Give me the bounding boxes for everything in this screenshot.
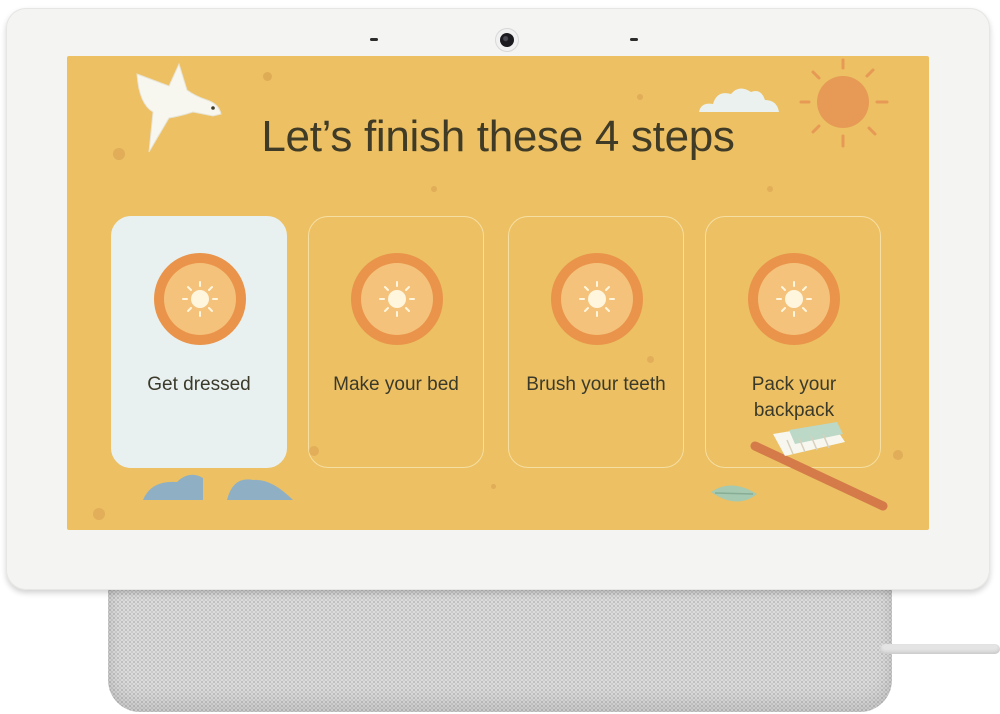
toothbrush-icon xyxy=(750,422,888,511)
page-title: Let’s finish these 4 steps xyxy=(261,112,735,161)
step-card-brush-your-teeth[interactable]: Brush your teeth xyxy=(508,216,684,468)
decor-dot xyxy=(309,446,319,456)
decor-dot xyxy=(491,484,496,489)
decor-dot xyxy=(113,148,125,160)
leaf-icon xyxy=(711,485,757,502)
sun-icon xyxy=(748,253,840,345)
light-sensor-left xyxy=(370,38,378,41)
decor-dot xyxy=(647,356,654,363)
light-sensor-right xyxy=(630,38,638,41)
sun-icon xyxy=(351,253,443,345)
decor-dot xyxy=(263,72,272,81)
camera-icon xyxy=(495,28,519,52)
step-card-make-your-bed[interactable]: Make your bed xyxy=(308,216,484,468)
step-label: Get dressed xyxy=(147,374,251,395)
step-card-get-dressed[interactable]: Get dressed xyxy=(111,216,287,468)
decor-dot xyxy=(637,94,643,100)
decor-dot xyxy=(93,508,105,520)
decor-dot xyxy=(431,186,437,192)
power-cable xyxy=(880,644,1000,654)
step-label: Make your bed xyxy=(333,374,459,395)
decor-dot xyxy=(893,450,903,460)
routine-screen: Let’s finish these 4 steps Get dressed M… xyxy=(67,56,929,530)
stones-icon xyxy=(143,474,293,500)
step-label: Brush your teeth xyxy=(526,374,666,395)
sun-icon xyxy=(551,253,643,345)
decor-dot xyxy=(767,186,773,192)
sun-icon xyxy=(154,253,246,345)
